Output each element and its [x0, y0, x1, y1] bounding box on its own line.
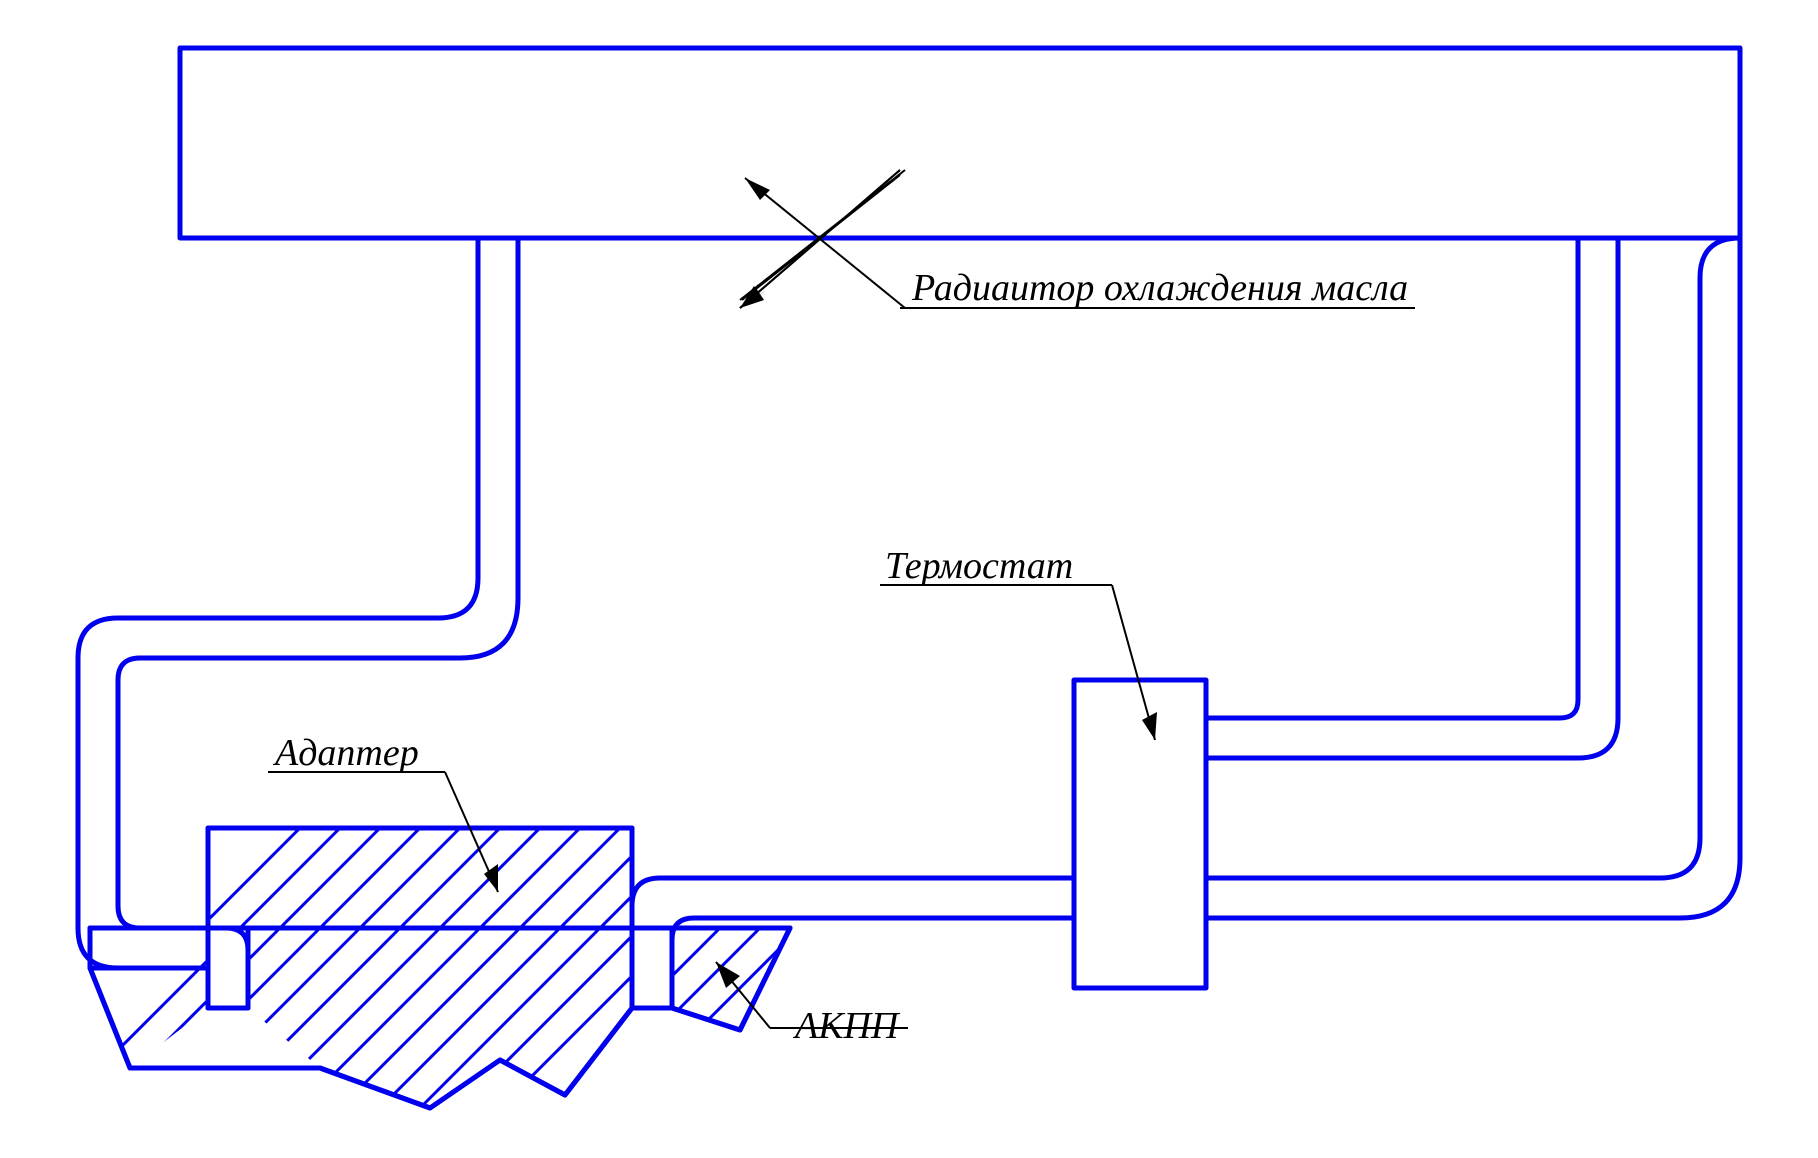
left-pipe-outer: [78, 238, 518, 1008]
oil-cooling-schematic: Радиаитор охлаждения масла Термостат Ада…: [0, 0, 1818, 1158]
adapter-label: Адаптер: [272, 732, 419, 774]
akpp-label: АКПП: [792, 1005, 901, 1047]
akpp-bottom-outline: [90, 928, 790, 1108]
thermostat-label: Термостат: [885, 545, 1073, 587]
radiator-box: [180, 48, 1740, 238]
pipe-thermostat-wrap: [1206, 238, 1740, 918]
radiator-label: Радиаитор охлаждения масла: [911, 267, 1408, 309]
right-pipe-radiator-to-thermostat: [1206, 238, 1618, 758]
akpp-section-left: [60, 928, 680, 1108]
thermostat-box: [1074, 680, 1206, 988]
